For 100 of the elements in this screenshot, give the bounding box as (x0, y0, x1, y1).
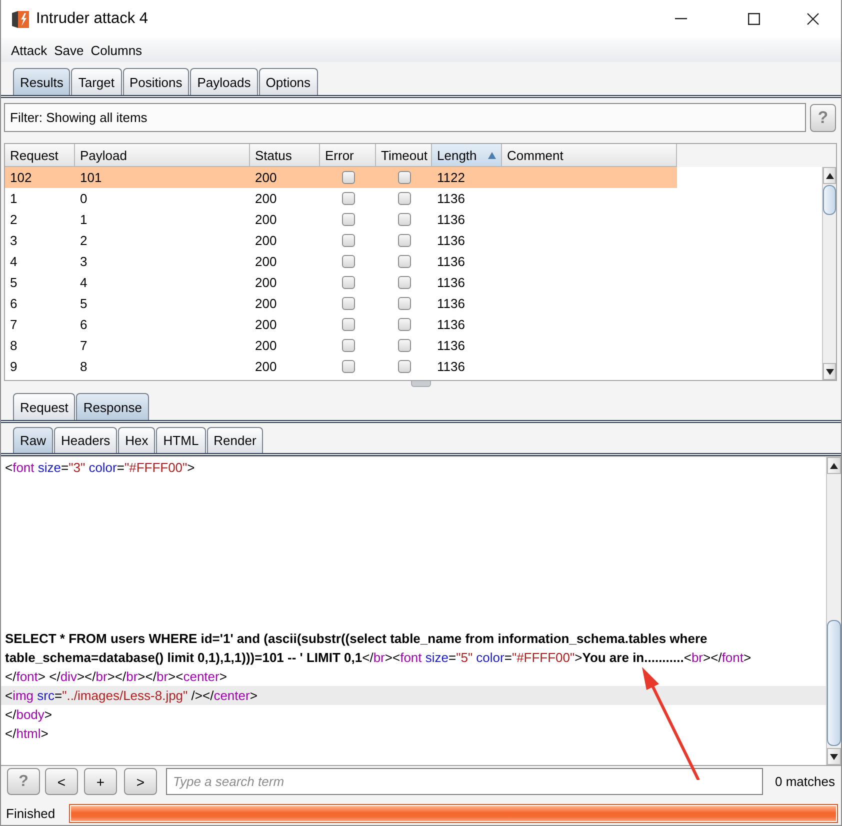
table-cell-text: 1136 (436, 316, 466, 334)
tab[interactable]: HTML (156, 427, 206, 453)
table-cell-text: 3 (79, 253, 88, 271)
tab[interactable]: Options (258, 68, 318, 95)
table-cell-text: 1136 (436, 211, 466, 229)
table-cell-text: 200 (254, 169, 278, 187)
tab[interactable]: Request (13, 393, 76, 420)
checkbox[interactable] (398, 213, 410, 226)
table-cell-text: 7 (9, 316, 18, 334)
filter-bar[interactable]: Filter: Showing all items (4, 103, 806, 132)
code-line: SELECT * FROM users WHERE id='1' and (ascii(substr((select table_name from information_schema.tables where (4, 630, 708, 648)
table-cell-text: 1122 (436, 169, 466, 187)
table-cell-text: 3 (9, 232, 18, 250)
table-cell-text: 1136 (436, 253, 466, 271)
tab[interactable]: Positions (122, 68, 190, 95)
scroll-thumb[interactable] (823, 185, 836, 215)
table-cell-text: 8 (79, 358, 88, 376)
checkbox[interactable] (342, 234, 354, 247)
window-title: Intruder attack 4 (36, 10, 148, 28)
column-header[interactable]: Error (320, 144, 376, 167)
table-cell-text: 1136 (436, 232, 466, 250)
table-cell-text: 200 (254, 211, 278, 229)
table-cell-text: 200 (254, 337, 278, 355)
down-arrow-icon (830, 754, 838, 760)
next-button[interactable]: > (124, 768, 157, 795)
table-row[interactable]: 102 101 200 1122 (5, 167, 677, 188)
checkbox[interactable] (342, 171, 354, 184)
checkbox[interactable] (398, 234, 410, 247)
column-header[interactable]: Payload (75, 144, 250, 167)
tab[interactable]: Results (13, 68, 70, 95)
scroll-down-button[interactable] (827, 748, 841, 765)
table-cell-text: 0 (79, 190, 88, 208)
column-header[interactable]: Length (432, 144, 502, 167)
tab[interactable]: Hex (118, 427, 156, 453)
close-icon[interactable] (807, 13, 819, 25)
scrollbar[interactable] (822, 167, 836, 380)
table-cell-text: 7 (79, 337, 88, 355)
table-cell-text: 1136 (436, 190, 466, 208)
scroll-thumb[interactable] (827, 620, 841, 746)
checkbox[interactable] (342, 297, 354, 310)
checkbox[interactable] (398, 339, 410, 352)
code-line: </body> (4, 706, 52, 724)
checkbox[interactable] (342, 255, 354, 268)
checkbox[interactable] (398, 276, 410, 289)
column-header[interactable]: Status (250, 144, 320, 167)
table-cell-text: 200 (254, 358, 278, 376)
tab[interactable]: Render (206, 427, 264, 453)
scroll-down-button[interactable] (823, 363, 836, 380)
up-arrow-icon (830, 462, 838, 468)
tab[interactable]: Response (76, 393, 149, 420)
checkbox[interactable] (398, 171, 410, 184)
table-cell-text: 6 (79, 316, 88, 334)
maximize-icon[interactable] (748, 13, 760, 25)
table-cell-text: 102 (9, 169, 33, 187)
column-header[interactable]: Timeout (376, 144, 432, 167)
checkbox[interactable] (398, 360, 410, 373)
menu-item[interactable]: Columns (88, 42, 146, 58)
checkbox[interactable] (398, 255, 410, 268)
checkbox[interactable] (398, 318, 410, 331)
table-cell-text: 5 (9, 274, 18, 292)
sort-ascending-icon (488, 152, 496, 158)
table-cell-text: 1136 (436, 337, 466, 355)
table-cell-text: 200 (254, 253, 278, 271)
tab[interactable]: Payloads (190, 68, 258, 95)
tab[interactable]: Target (71, 68, 122, 95)
checkbox[interactable] (342, 213, 354, 226)
table-cell-text: 200 (254, 232, 278, 250)
column-header[interactable]: Comment (502, 144, 677, 167)
checkbox[interactable] (342, 360, 354, 373)
scroll-up-button[interactable] (823, 167, 836, 184)
table-cell-text: 200 (254, 295, 278, 313)
search-field[interactable]: Type a search term (166, 768, 764, 795)
checkbox[interactable] (398, 192, 410, 205)
app-logo-icon (12, 10, 29, 28)
minimize-icon[interactable] (675, 18, 687, 20)
up-arrow-icon (826, 172, 834, 178)
splitter-handle[interactable] (411, 381, 431, 387)
checkbox[interactable] (342, 192, 354, 205)
column-header[interactable]: Request (5, 144, 75, 167)
table-cell-text: 1 (9, 190, 18, 208)
checkbox[interactable] (342, 276, 354, 289)
previous-button[interactable]: < (45, 768, 78, 795)
status-label: Finished (6, 806, 56, 820)
menu-item[interactable]: Attack (8, 42, 50, 58)
checkbox[interactable] (342, 339, 354, 352)
scroll-up-button[interactable] (827, 457, 841, 474)
code-line: </font> </div></br></br></br><center> (4, 668, 227, 686)
menu-item[interactable]: Save (51, 42, 87, 58)
table-cell-text: 2 (79, 232, 88, 250)
tab[interactable]: Raw (13, 427, 54, 453)
table-cell-text: 5 (79, 295, 88, 313)
table-cell-text: 4 (79, 274, 88, 292)
add-button[interactable]: + (84, 768, 117, 795)
code-line: table_schema=database() limit 0,1),1,1)))=101 -- ' LIMIT 0,1</br><font size="5" color="#FFFF00">You are in...........<br></font> (4, 649, 752, 667)
scrollbar[interactable] (826, 457, 841, 765)
checkbox[interactable] (342, 318, 354, 331)
table-cell-text: 1136 (436, 295, 466, 313)
tab[interactable]: Headers (54, 427, 118, 453)
checkbox[interactable] (398, 297, 410, 310)
table-cell-text: 2 (9, 211, 18, 229)
